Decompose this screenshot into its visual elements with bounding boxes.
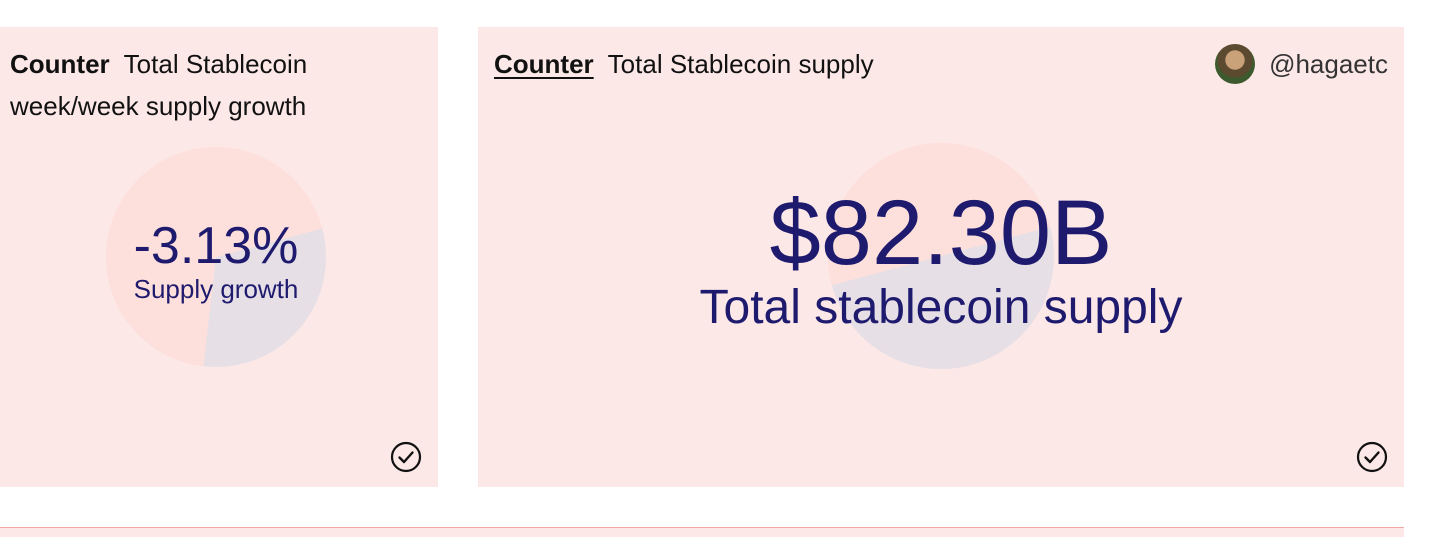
- card-header: Counter Total Stablecoin week/week supply…: [10, 43, 430, 127]
- counter-card-total-supply: Counter Total Stablecoin supply @hagaetc …: [478, 27, 1404, 487]
- metric-label: Supply growth: [133, 274, 299, 304]
- author-link[interactable]: @hagaetc: [1215, 43, 1388, 85]
- metric-label: Total stablecoin supply: [699, 281, 1183, 334]
- viz-type-link[interactable]: Counter: [494, 49, 594, 79]
- check-circle-icon[interactable]: [390, 441, 422, 473]
- card-title: Total Stablecoin supply: [607, 49, 874, 79]
- viz-type-label: Counter: [10, 49, 110, 79]
- next-card-top-edge: [0, 527, 1404, 537]
- metric-value: $82.30B: [769, 182, 1113, 284]
- metric: -3.13% Supply growth: [0, 217, 432, 303]
- check-circle-icon[interactable]: [1356, 441, 1388, 473]
- metric: $82.30B Total stablecoin supply: [478, 185, 1404, 335]
- avatar: [1215, 44, 1256, 84]
- metric-value: -3.13%: [133, 217, 299, 275]
- card-header: Counter Total Stablecoin supply: [494, 43, 874, 85]
- counter-card-supply-growth: Counter Total Stablecoin week/week supply…: [0, 27, 438, 487]
- author-handle: @hagaetc: [1269, 48, 1388, 79]
